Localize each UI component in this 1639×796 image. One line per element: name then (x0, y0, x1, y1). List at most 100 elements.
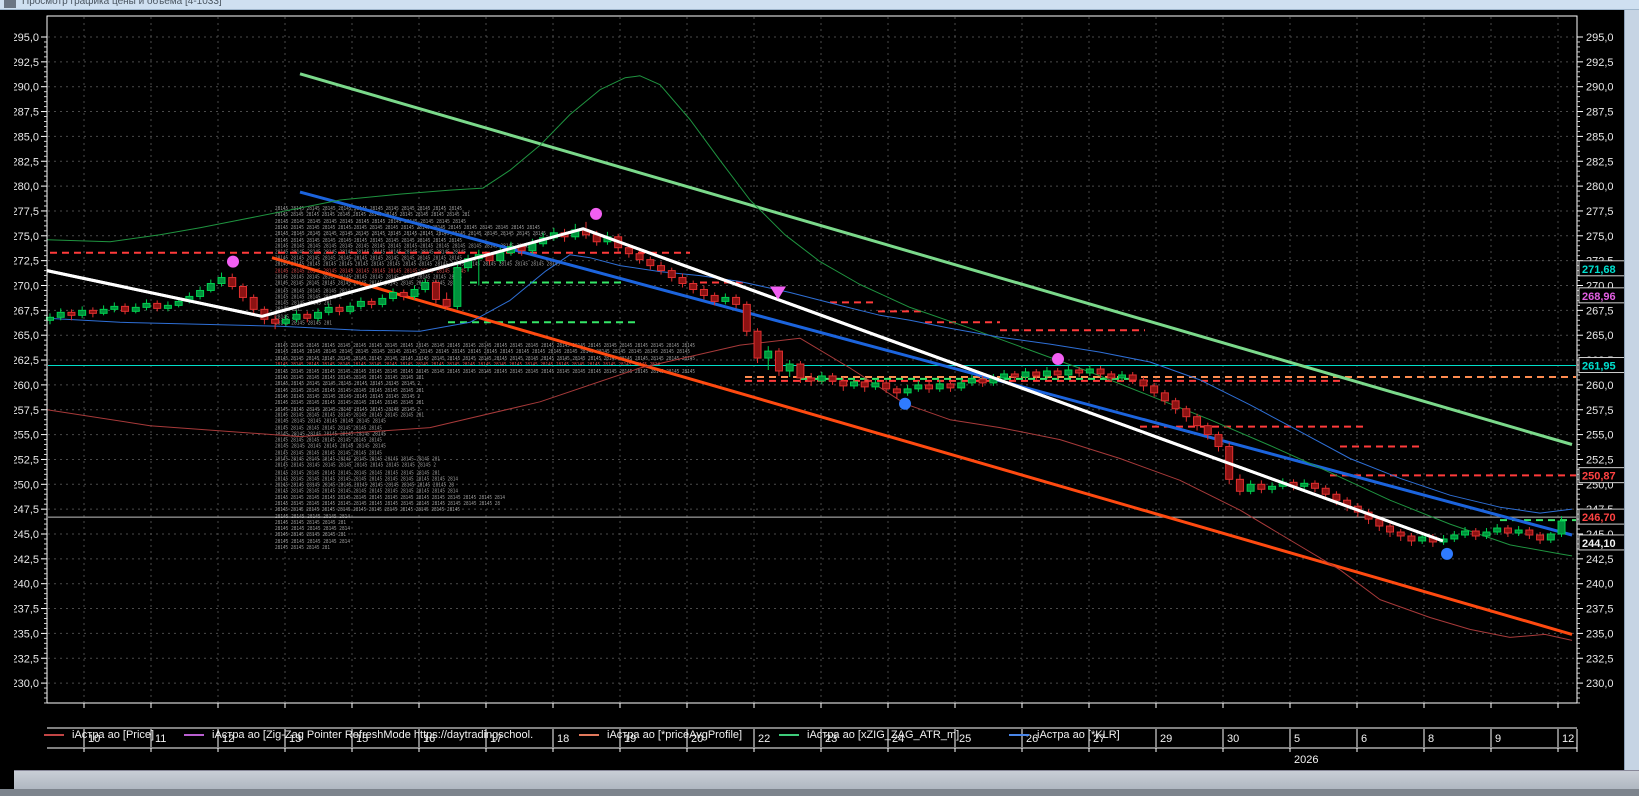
y-axis-label-left: 257,5 (14, 405, 39, 417)
candle (721, 293, 730, 305)
y-axis-label-left: 282,5 (14, 156, 39, 168)
legend-item-label: iАстра ао [*priceAvgProfile] (607, 729, 743, 741)
horizontal-scrollbar[interactable] (14, 770, 1639, 790)
window-bottom-edge (0, 789, 1639, 796)
legend-item-3: iАстра ао [xZIG_ZAG_ATR_m] (779, 727, 959, 743)
zigzag-point-marker (1441, 547, 1453, 560)
legend-line-swatch (44, 734, 64, 736)
chart-window[interactable]: 28145 28145 28145 28145 28145 28145 2814… (14, 10, 1625, 770)
volume-profile-row: 28145 28145 28145 28145 28145 28145 2814… (275, 400, 424, 406)
window-titlebar[interactable]: Просмотр графика цены и объема [4-1033] (0, 0, 1639, 10)
candle (1246, 480, 1255, 495)
candle (807, 372, 816, 386)
candle (828, 372, 837, 385)
trading-terminal: Просмотр графика цены и объема [4-1033] … (0, 0, 1639, 796)
candle (378, 294, 387, 308)
candle (1150, 382, 1159, 397)
y-axis-label-right: 287,5 (1586, 107, 1614, 119)
legend-item-2: iАстра ао [*priceAvgProfile] (579, 727, 742, 743)
candle (431, 279, 440, 304)
candle (817, 371, 826, 384)
candle (153, 300, 162, 312)
candle (346, 302, 355, 315)
candle (1171, 397, 1180, 414)
y-axis-label-right: 290,0 (1586, 82, 1614, 94)
candle (67, 309, 76, 321)
y-axis-label-left: 267,5 (14, 305, 39, 317)
svg-text:250,87: 250,87 (1582, 471, 1616, 483)
zigzag-point-marker (227, 255, 239, 268)
candle (228, 273, 237, 290)
candle (206, 279, 215, 293)
y-axis-label-right: 260,0 (1586, 380, 1614, 392)
y-axis-label-left: 237,5 (14, 604, 39, 616)
candle (356, 297, 365, 310)
legend-line-swatch (579, 734, 599, 736)
x-axis-year-label: 2026 (1294, 754, 1318, 766)
candle (196, 286, 205, 300)
y-axis-label-left: 240,0 (14, 579, 39, 591)
candle (1396, 529, 1405, 541)
candle (1268, 482, 1277, 494)
y-axis-label-left: 252,5 (14, 454, 39, 466)
y-axis-label-right: 255,0 (1586, 430, 1614, 442)
volume-profile-row: 28145 28145 28145 28145 28145 28145 2814… (275, 349, 690, 355)
candle (1235, 474, 1244, 496)
candle (110, 302, 119, 313)
y-axis-label-left: 235,0 (14, 628, 39, 640)
candle (1193, 413, 1202, 431)
volume-profile-row: 28145 28145 28145 28145 28145 28145 2814… (275, 419, 386, 425)
candle (732, 294, 741, 309)
candle (1214, 431, 1223, 452)
y-axis-label-right: 252,5 (1586, 454, 1614, 466)
y-axis-label-left: 260,0 (14, 380, 39, 392)
price-axis[interactable]: 295,0 295,0 292,5 292,5 290,0 290,0 287,5 287,5… (14, 32, 1614, 704)
y-axis-label-left: 250,0 (14, 479, 39, 491)
y-axis-label-left: 247,5 (14, 504, 39, 516)
candle (1525, 527, 1534, 539)
y-axis-label-left: 285,0 (14, 131, 39, 143)
candle (131, 303, 140, 314)
legend-item-label: iАстра ао [Zig-Zag Pointer RefreshMode h… (212, 729, 534, 741)
price-value-box: 268,96 (1578, 287, 1625, 304)
candle (163, 301, 172, 312)
candle (217, 272, 226, 287)
chart-legend: iАстра ао [Price] iАстра ао [Zig-Zag Poin… (28, 727, 1638, 743)
candle (1493, 524, 1502, 535)
candle (1386, 523, 1394, 537)
y-axis-label-right: 240,0 (1586, 579, 1614, 591)
price-chart[interactable]: 28145 28145 28145 28145 28145 28145 2814… (14, 10, 1625, 770)
y-axis-label-right: 295,0 (1586, 32, 1614, 44)
y-axis-label-left: 232,5 (14, 653, 39, 665)
price-value-box: 261,95 (1578, 357, 1625, 374)
svg-text:271,68: 271,68 (1582, 264, 1616, 276)
candle (238, 283, 247, 302)
legend-item-label: iАстра ао [xZIG_ZAG_ATR_m] (807, 729, 960, 741)
price-value-box: 246,70 (1578, 508, 1625, 525)
legend-line-swatch (184, 734, 204, 736)
y-axis-label-right: 235,0 (1586, 628, 1614, 640)
candle (1503, 525, 1512, 537)
volume-profile-row: 28145 28145 28145 28145 28145 28145 2814… (275, 462, 436, 468)
volume-profile-row: 28145 28145 28145 28145 281 (275, 532, 346, 538)
candle (88, 307, 97, 318)
candle (46, 313, 54, 325)
y-axis-label-right: 285,0 (1586, 131, 1614, 143)
candle (699, 285, 708, 300)
candle (1471, 528, 1480, 540)
svg-text:268,96: 268,96 (1582, 291, 1616, 303)
candle (1310, 480, 1319, 493)
candle (1407, 533, 1416, 546)
volume-profile-row: 28145 28145 28145 28145 28145 28145 2814… (275, 507, 460, 513)
zigzag-point-marker (1052, 353, 1064, 366)
legend-item-0: iАстра ао [Price] (44, 727, 154, 743)
price-value-box: 244,10 (1578, 534, 1625, 551)
candle (78, 306, 87, 319)
window-right-scrollbar[interactable] (1624, 10, 1639, 770)
legend-item-label: iАстра ао [*KLR] (1037, 729, 1120, 741)
y-axis-label-right: 257,5 (1586, 405, 1614, 417)
price-value-box: 250,87 (1578, 467, 1625, 484)
candle (1021, 368, 1030, 380)
candle (689, 280, 698, 294)
window-icon (4, 0, 16, 8)
